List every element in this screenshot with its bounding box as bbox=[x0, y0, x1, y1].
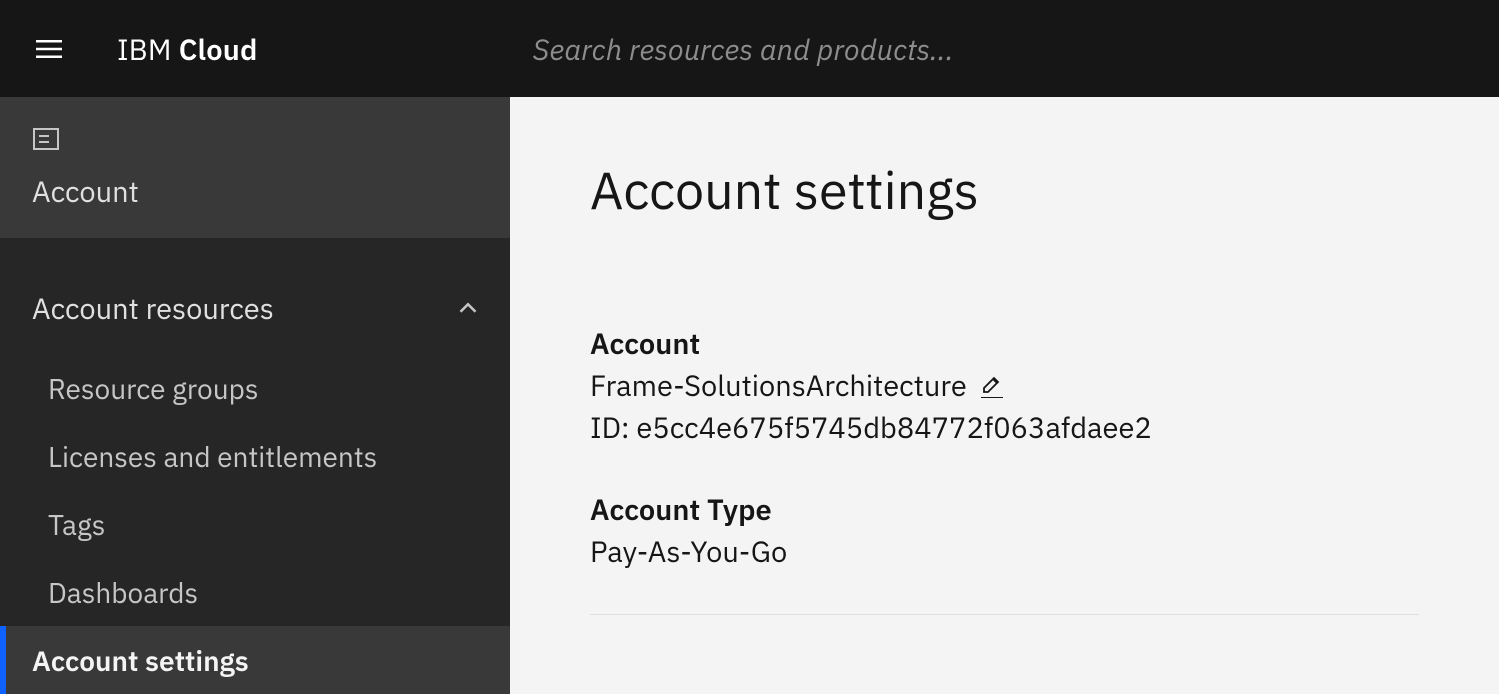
top-bar: IBM Cloud bbox=[0, 0, 1499, 97]
account-name-row: Frame-SolutionsArchitecture bbox=[590, 366, 1419, 404]
nav-item-label: Tags bbox=[48, 506, 105, 543]
account-id-value: ID: e5cc4e675f5745db84772f063afdaee2 bbox=[590, 408, 1419, 446]
brand-name: Cloud bbox=[179, 30, 258, 68]
brand-logo[interactable]: IBM Cloud bbox=[117, 30, 258, 68]
sidebar-context-label: Account bbox=[32, 172, 478, 210]
nav-item-label: Account settings bbox=[32, 642, 249, 679]
section-divider bbox=[590, 614, 1419, 615]
account-type-value: Pay-As-You-Go bbox=[590, 532, 1419, 570]
nav-item-tags[interactable]: Tags bbox=[0, 490, 510, 558]
account-type-label: Account Type bbox=[590, 490, 1419, 528]
hamburger-menu-button[interactable] bbox=[0, 0, 97, 97]
nav-item-licenses-entitlements[interactable]: Licenses and entitlements bbox=[0, 422, 510, 490]
nav-item-account-settings[interactable]: Account settings bbox=[0, 626, 510, 694]
search-area bbox=[533, 0, 1499, 97]
chevron-up-icon bbox=[458, 298, 478, 318]
section-header-label: Account resources bbox=[32, 289, 274, 327]
account-label: Account bbox=[590, 324, 1419, 362]
nav-item-label: Resource groups bbox=[48, 370, 259, 407]
account-field-block: Account Frame-SolutionsArchitecture ID: … bbox=[590, 324, 1419, 446]
search-input[interactable] bbox=[533, 0, 1499, 97]
nav-item-resource-groups[interactable]: Resource groups bbox=[0, 354, 510, 422]
account-context-icon bbox=[32, 125, 478, 158]
account-type-field-block: Account Type Pay-As-You-Go bbox=[590, 490, 1419, 570]
nav-item-label: Licenses and entitlements bbox=[48, 438, 377, 475]
nav-item-label: Dashboards bbox=[48, 574, 198, 611]
nav-list: Resource groups Licenses and entitlement… bbox=[0, 334, 510, 694]
section-toggle-account-resources[interactable]: Account resources bbox=[0, 282, 510, 334]
main-content: Account settings Account Frame-Solutions… bbox=[510, 97, 1499, 683]
nav-item-dashboards[interactable]: Dashboards bbox=[0, 558, 510, 626]
brand-prefix: IBM bbox=[117, 30, 179, 68]
pencil-icon bbox=[981, 373, 1003, 395]
hamburger-icon bbox=[33, 33, 65, 65]
page-title: Account settings bbox=[590, 157, 1419, 224]
sidebar-section-account-resources: Account resources Resource groups Licens… bbox=[0, 238, 510, 694]
account-name-value: Frame-SolutionsArchitecture bbox=[590, 366, 967, 404]
sidebar-context-header[interactable]: Account bbox=[0, 97, 510, 238]
edit-account-name-button[interactable] bbox=[981, 373, 1003, 398]
sidebar: Account Account resources Resource group… bbox=[0, 97, 510, 683]
